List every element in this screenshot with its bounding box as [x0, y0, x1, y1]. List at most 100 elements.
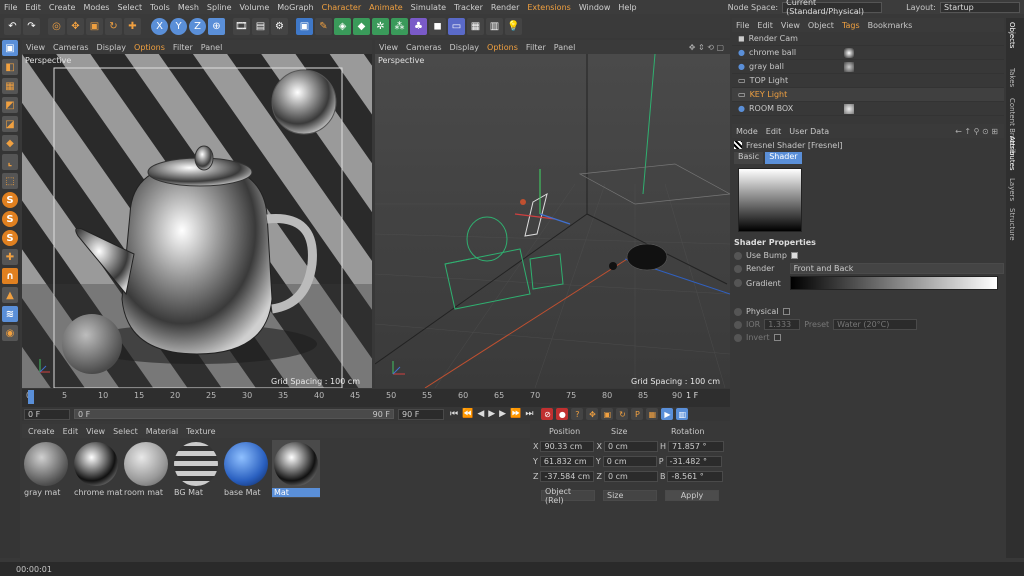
menu-file[interactable]: File: [0, 3, 21, 12]
layer-icon[interactable]: ≋: [2, 306, 18, 322]
prev-frame-icon[interactable]: ◀: [477, 409, 484, 419]
apply-button[interactable]: Apply: [665, 490, 719, 501]
prev-key-icon[interactable]: ⏪: [462, 409, 473, 419]
make-editable-icon[interactable]: ▣: [2, 40, 18, 56]
menu-select[interactable]: Select: [113, 3, 146, 12]
pen-icon[interactable]: ✎: [315, 17, 332, 35]
material-bg-mat[interactable]: BG Mat: [172, 440, 220, 498]
redo-icon[interactable]: ↷: [23, 17, 40, 35]
floor-icon[interactable]: ▦: [467, 17, 484, 35]
frame-range-slider[interactable]: 0 F 90 F: [74, 409, 394, 419]
left-vp-cameras[interactable]: Cameras: [53, 43, 89, 52]
material-room-mat[interactable]: room mat: [122, 440, 170, 498]
menu-create[interactable]: Create: [45, 3, 80, 12]
tweak-icon[interactable]: ⬚: [2, 173, 18, 189]
right-vp-display[interactable]: Display: [450, 43, 480, 52]
material-tag-icon[interactable]: [844, 47, 854, 58]
material-gray-mat[interactable]: gray mat: [22, 440, 70, 498]
goto-end-icon[interactable]: ⏭: [525, 409, 533, 419]
right-vp-view[interactable]: View: [379, 43, 398, 52]
tab-structure[interactable]: Structure: [1008, 208, 1016, 241]
camera-icon[interactable]: ◼: [429, 17, 446, 35]
menu-tracker[interactable]: Tracker: [450, 3, 487, 12]
rot-b-field[interactable]: -8.561 °: [667, 471, 724, 482]
move-icon[interactable]: ✥: [67, 17, 84, 35]
mat-menu-view[interactable]: View: [86, 427, 105, 436]
polygons-mode-icon[interactable]: ◆: [2, 135, 18, 151]
right-vp-options[interactable]: Options: [487, 43, 518, 52]
snap-icon[interactable]: S: [2, 192, 18, 208]
right-viewport[interactable]: View Cameras Display Options Filter Pane…: [375, 40, 730, 388]
pos-z-field[interactable]: -37.584 cm: [540, 471, 595, 482]
render-view-icon[interactable]: 🎞: [233, 17, 250, 35]
sky-icon[interactable]: ▥: [486, 17, 503, 35]
attr-menu-edit[interactable]: Edit: [766, 127, 782, 136]
left-vp-display[interactable]: Display: [97, 43, 127, 52]
recent-tools-icon[interactable]: ✚: [124, 17, 141, 35]
size-mode-select[interactable]: Size: [603, 490, 657, 501]
key-position-icon[interactable]: ✥: [586, 408, 599, 420]
material-tag-icon[interactable]: [844, 103, 854, 114]
menu-mograph[interactable]: MoGraph: [273, 3, 317, 12]
pos-y-field[interactable]: 61.832 cm: [539, 456, 594, 467]
solo-icon[interactable]: ◉: [2, 325, 18, 341]
gradient-bar[interactable]: [790, 276, 998, 290]
material-chrome-mat[interactable]: chrome mat: [72, 440, 123, 498]
object-row-render-cam[interactable]: ◼ Render Cam: [732, 32, 1004, 46]
play-icon[interactable]: ▶: [488, 409, 495, 419]
physical-checkbox[interactable]: [782, 308, 790, 315]
keyframe-selection-icon[interactable]: ?: [571, 408, 584, 420]
menu-extensions[interactable]: Extensions: [523, 3, 574, 12]
obj-menu-bookmarks[interactable]: Bookmarks: [868, 21, 913, 30]
tab-basic[interactable]: Basic: [734, 152, 764, 164]
subdivision-icon[interactable]: ◈: [334, 17, 351, 35]
keyframe-dot[interactable]: [734, 307, 742, 316]
coord-mode-select[interactable]: Object (Rel): [541, 487, 595, 505]
tag-icon[interactable]: ▭: [448, 17, 465, 35]
pos-x-field[interactable]: 90.33 cm: [540, 441, 595, 452]
size-y-field[interactable]: 0 cm: [602, 456, 657, 467]
locked-workplane-icon[interactable]: ▲: [2, 287, 18, 303]
quantize-icon[interactable]: S: [2, 230, 18, 246]
coordinate-system-icon[interactable]: ⊕: [208, 17, 225, 35]
right-vp-filter[interactable]: Filter: [526, 43, 546, 52]
obj-menu-edit[interactable]: Edit: [757, 21, 773, 30]
render-select[interactable]: Front and Back: [789, 263, 1004, 274]
menu-spline[interactable]: Spline: [203, 3, 236, 12]
left-vp-options[interactable]: Options: [134, 43, 165, 52]
scale-icon[interactable]: ▣: [86, 17, 103, 35]
key-rotation-icon[interactable]: ↻: [616, 408, 629, 420]
bend-icon[interactable]: ✲: [372, 17, 389, 35]
keyframe-dot[interactable]: [734, 279, 742, 287]
array-icon[interactable]: ◆: [353, 17, 370, 35]
end-frame-field[interactable]: 90 F: [398, 408, 444, 420]
material-tag-icon[interactable]: [844, 61, 854, 72]
rotate-icon[interactable]: ↻: [105, 17, 122, 35]
field-icon[interactable]: ⁂: [391, 17, 408, 35]
keyframe-dot[interactable]: [734, 264, 742, 273]
next-frame-icon[interactable]: ▶: [499, 409, 506, 419]
right-vp-panel[interactable]: Panel: [554, 43, 576, 52]
scene-icon[interactable]: ♣: [410, 17, 427, 35]
menu-character[interactable]: Character: [318, 3, 366, 12]
viewport-nav-icons[interactable]: ✥ ⇕ ⟲ ▢: [689, 43, 730, 52]
mat-menu-create[interactable]: Create: [28, 427, 55, 436]
tab-objects[interactable]: Objects: [1008, 22, 1016, 48]
undo-icon[interactable]: ↶: [4, 17, 21, 35]
menu-help[interactable]: Help: [614, 3, 640, 12]
attr-menu-mode[interactable]: Mode: [736, 127, 758, 136]
rot-p-field[interactable]: -31.482 °: [665, 456, 722, 467]
light-icon[interactable]: 💡: [505, 17, 522, 35]
attr-nav-icons[interactable]: ← ↑ ⚲ ⊙ ⊞: [955, 127, 1004, 136]
points-mode-icon[interactable]: ◩: [2, 97, 18, 113]
obj-menu-object[interactable]: Object: [808, 21, 834, 30]
z-axis-button[interactable]: Z: [189, 17, 206, 35]
attr-menu-userdata[interactable]: User Data: [789, 127, 829, 136]
menu-volume[interactable]: Volume: [236, 3, 274, 12]
object-row-top-light[interactable]: ▭ TOP Light: [732, 74, 1004, 88]
render-picture-viewer-icon[interactable]: ▤: [252, 17, 269, 35]
obj-menu-view[interactable]: View: [781, 21, 800, 30]
menu-simulate[interactable]: Simulate: [407, 3, 450, 12]
goto-start-icon[interactable]: ⏮: [450, 409, 458, 419]
mat-menu-edit[interactable]: Edit: [63, 427, 79, 436]
